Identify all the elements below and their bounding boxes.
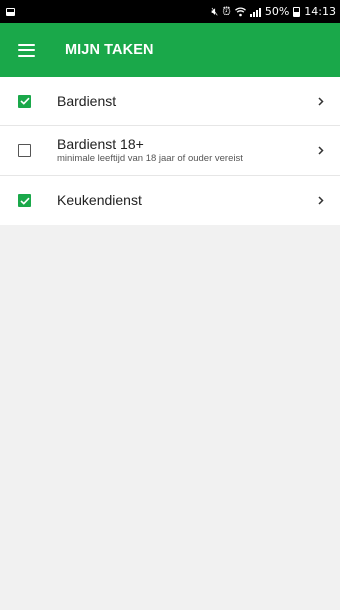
page-title: MIJN TAKEN — [65, 42, 154, 58]
mute-icon: 🔇︎ — [211, 5, 219, 18]
alarm-icon: ⏰︎ — [222, 5, 231, 18]
battery-percent: 50% — [264, 5, 290, 18]
status-bar: 🔇︎ ⏰︎ 50% 14:13 — [0, 0, 340, 23]
battery-icon — [293, 6, 301, 17]
task-text: Bardienst — [57, 93, 316, 110]
notification-icon — [6, 7, 15, 16]
task-text: Bardienst 18+ minimale leeftijd van 18 j… — [57, 136, 316, 165]
app-bar: MIJN TAKEN — [0, 23, 340, 77]
task-title: Keukendienst — [57, 192, 142, 208]
status-time: 14:13 — [304, 5, 336, 18]
chevron-right-icon — [316, 96, 326, 106]
task-subtitle: minimale leeftijd van 18 jaar of ouder v… — [57, 153, 243, 164]
status-bar-left — [6, 7, 15, 16]
task-title: Bardienst — [57, 92, 117, 109]
task-text: Keukendienst — [57, 192, 316, 209]
task-checkbox-unchecked[interactable] — [18, 144, 31, 157]
task-item-keukendienst[interactable]: Keukendienst — [0, 176, 340, 225]
checkmark-icon — [19, 97, 30, 105]
hamburger-menu-icon[interactable] — [18, 43, 35, 57]
task-title: Bardienst 18+ — [57, 136, 144, 152]
chevron-right-icon — [316, 196, 326, 206]
task-item-bardienst[interactable]: Bardienst — [0, 77, 340, 126]
task-list: Bardienst Bardienst 18+ minimale leeftij… — [0, 77, 340, 225]
checkmark-icon — [19, 197, 30, 205]
task-checkbox-checked[interactable] — [18, 94, 31, 108]
status-bar-right: 🔇︎ ⏰︎ 50% 14:13 — [211, 5, 336, 18]
signal-icon — [249, 7, 261, 17]
task-item-bardienst-18[interactable]: Bardienst 18+ minimale leeftijd van 18 j… — [0, 126, 340, 176]
task-checkbox-checked[interactable] — [18, 194, 31, 207]
wifi-icon — [234, 6, 246, 16]
chevron-right-icon — [316, 146, 326, 156]
